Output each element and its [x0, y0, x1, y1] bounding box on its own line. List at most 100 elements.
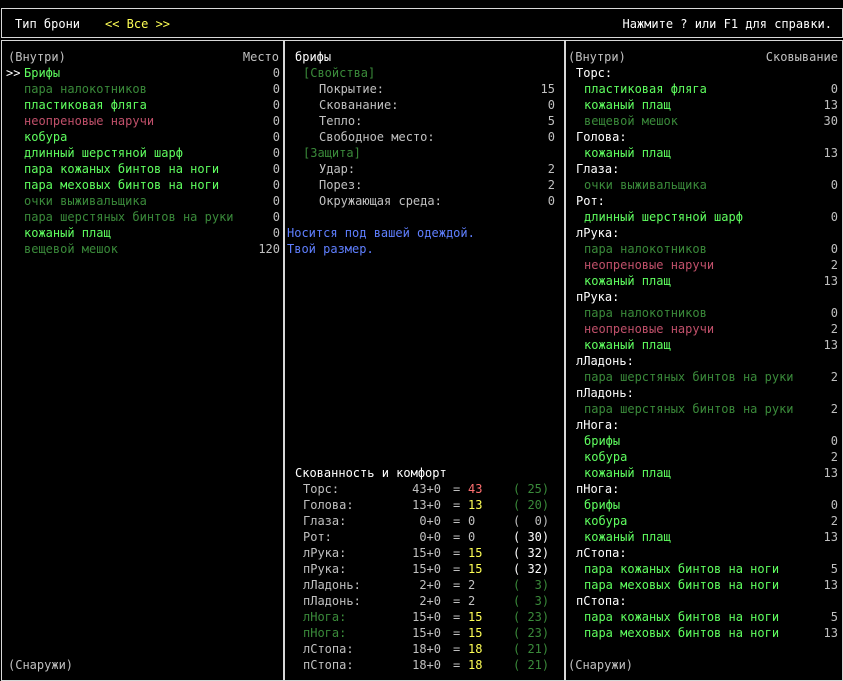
property-value: 5 [547, 114, 555, 128]
layer-item-value: 13 [823, 626, 838, 640]
worn-item-name: кобура [24, 130, 68, 144]
layer-item-name[interactable]: длинный шерстяной шарф [584, 209, 743, 225]
layer-item-value: 0 [830, 82, 838, 96]
worn-item-row[interactable]: кожаный плащ 0 [2, 225, 283, 241]
property-label: [Свойства] [303, 66, 376, 80]
property-label: Удар: [319, 162, 356, 176]
layer-item-value: 13 [823, 338, 838, 352]
layer-item-name[interactable]: пара налокотников [584, 241, 707, 257]
layer-item-value: 13 [823, 578, 838, 592]
property-value: 0 [547, 98, 555, 112]
layer-item-name[interactable]: очки выживальщика [584, 177, 707, 193]
worn-item-row[interactable]: длинный шерстяной шарф 0 [2, 145, 283, 161]
enc-calc: 15+0 [412, 546, 441, 560]
enc-calc: 43+0 [412, 482, 441, 496]
layer-item-name[interactable]: пара кожаных бинтов на ноги [584, 609, 779, 625]
enc-warmth: ( 23) [513, 626, 550, 640]
worn-item-row[interactable]: пара меховых бинтов на ноги 0 [2, 177, 283, 193]
header-bar: Тип брони << Все >> Нажмите ? или F1 для… [1, 8, 843, 38]
enc-eq: = [453, 546, 461, 560]
layer-item-name[interactable]: кожаный плащ [584, 465, 671, 481]
property-value: 2 [547, 178, 555, 192]
property-label: Окружающая среда: [319, 194, 442, 208]
worn-item-row[interactable]: очки выживальщика 0 [2, 193, 283, 209]
enc-total: 15 [468, 610, 483, 624]
worn-item-storage: 0 [272, 194, 280, 208]
enc-warmth: ( 32) [513, 546, 550, 560]
worn-item-storage: 0 [272, 226, 280, 240]
enc-total: 43 [468, 482, 483, 496]
layer-item-name[interactable]: пара налокотников [584, 305, 707, 321]
worn-item-storage: 0 [272, 210, 280, 224]
enc-eq: = [453, 482, 461, 496]
enc-warmth: ( 32) [513, 562, 550, 576]
worn-item-row[interactable]: пара шерстяных бинтов на руки 0 [2, 209, 283, 225]
right-header-encumbrance: Сковывание [765, 50, 838, 64]
property-label: Свободное место: [319, 130, 435, 144]
layering-pane: (Внутри) Сковывание Торс: пластиковая фля… [565, 40, 843, 681]
worn-item-storage: 0 [272, 178, 280, 192]
property-value: 15 [540, 82, 555, 96]
layer-item-name[interactable]: пара меховых бинтов на ноги [584, 577, 779, 593]
armor-type-selector[interactable]: << Все >> [105, 16, 170, 32]
layer-item-value: 2 [830, 370, 838, 384]
enc-calc: 13+0 [412, 498, 441, 512]
layer-item-name[interactable]: пластиковая фляга [584, 81, 707, 97]
worn-item-storage: 0 [272, 82, 280, 96]
layer-item-name[interactable]: брифы [584, 497, 620, 513]
enc-eq: = [453, 530, 461, 544]
layer-item-value: 13 [823, 274, 838, 288]
worn-item-row[interactable]: пара кожаных бинтов на ноги 0 [2, 161, 283, 177]
layer-item-name[interactable]: кожаный плащ [584, 337, 671, 353]
layer-item-value: 2 [830, 450, 838, 464]
layer-item-value: 13 [823, 466, 838, 480]
layer-item-name[interactable]: пара шерстяных бинтов на руки [584, 369, 794, 385]
enc-warmth: ( 30) [513, 530, 550, 544]
enc-part: Голова: [303, 498, 354, 512]
layer-item-name[interactable]: пара кожаных бинтов на ноги [584, 561, 779, 577]
worn-item-row[interactable]: неопреновые наручи 0 [2, 113, 283, 129]
worn-item-row[interactable]: >> Брифы 0 [2, 65, 283, 81]
enc-calc: 18+0 [412, 642, 441, 656]
worn-item-storage: 0 [272, 98, 280, 112]
layer-item-value: 0 [830, 434, 838, 448]
layer-item-value: 0 [830, 498, 838, 512]
enc-part: пСтопа: [303, 658, 354, 672]
enc-calc: 18+0 [412, 658, 441, 672]
worn-item-row[interactable]: кобура 0 [2, 129, 283, 145]
layer-item-name[interactable]: кожаный плащ [584, 97, 671, 113]
layer-item-name[interactable]: брифы [584, 433, 620, 449]
worn-item-name: пара меховых бинтов на ноги [24, 178, 220, 192]
layer-item-name[interactable]: кожаный плащ [584, 529, 671, 545]
worn-item-name: вещевой мешок [24, 242, 118, 256]
worn-item-name: очки выживальщика [24, 194, 147, 208]
enc-total: 18 [468, 658, 483, 672]
help-hint: Нажмите ? или F1 для справки. [622, 17, 832, 31]
layer-item-name[interactable]: вещевой мешок [584, 113, 678, 129]
enc-calc: 0+0 [419, 514, 441, 528]
body-part-header: Рот: [576, 194, 605, 208]
layer-item-name[interactable]: кожаный плащ [584, 273, 671, 289]
property-label: Тепло: [319, 114, 363, 128]
body-part-header: Голова: [576, 130, 627, 144]
layer-item-value: 2 [830, 514, 838, 528]
enc-total: 2 [468, 578, 476, 592]
layer-item-name[interactable]: кобура [584, 513, 627, 529]
worn-item-row[interactable]: вещевой мешок 120 [2, 241, 283, 257]
layer-item-name[interactable]: пара меховых бинтов на ноги [584, 625, 779, 641]
worn-item-row[interactable]: пластиковая фляга 0 [2, 97, 283, 113]
enc-warmth: ( 21) [513, 658, 550, 672]
layer-item-name[interactable]: пара шерстяных бинтов на руки [584, 401, 794, 417]
worn-item-storage: 0 [272, 146, 280, 160]
right-footer-outside: (Снаружи) [568, 658, 634, 672]
right-header-inside: (Внутри) [568, 50, 626, 64]
enc-total: 15 [468, 626, 483, 640]
worn-item-row[interactable]: пара налокотников 0 [2, 81, 283, 97]
layer-item-value: 0 [830, 178, 838, 192]
layer-item-name[interactable]: неопреновые наручи [584, 321, 714, 337]
layer-item-name[interactable]: кобура [584, 449, 627, 465]
layer-item-name[interactable]: неопреновые наручи [584, 257, 714, 273]
armor-type-label: Тип брони [15, 17, 81, 31]
layer-item-name[interactable]: кожаный плащ [584, 145, 671, 161]
layer-item-value: 13 [823, 146, 838, 160]
